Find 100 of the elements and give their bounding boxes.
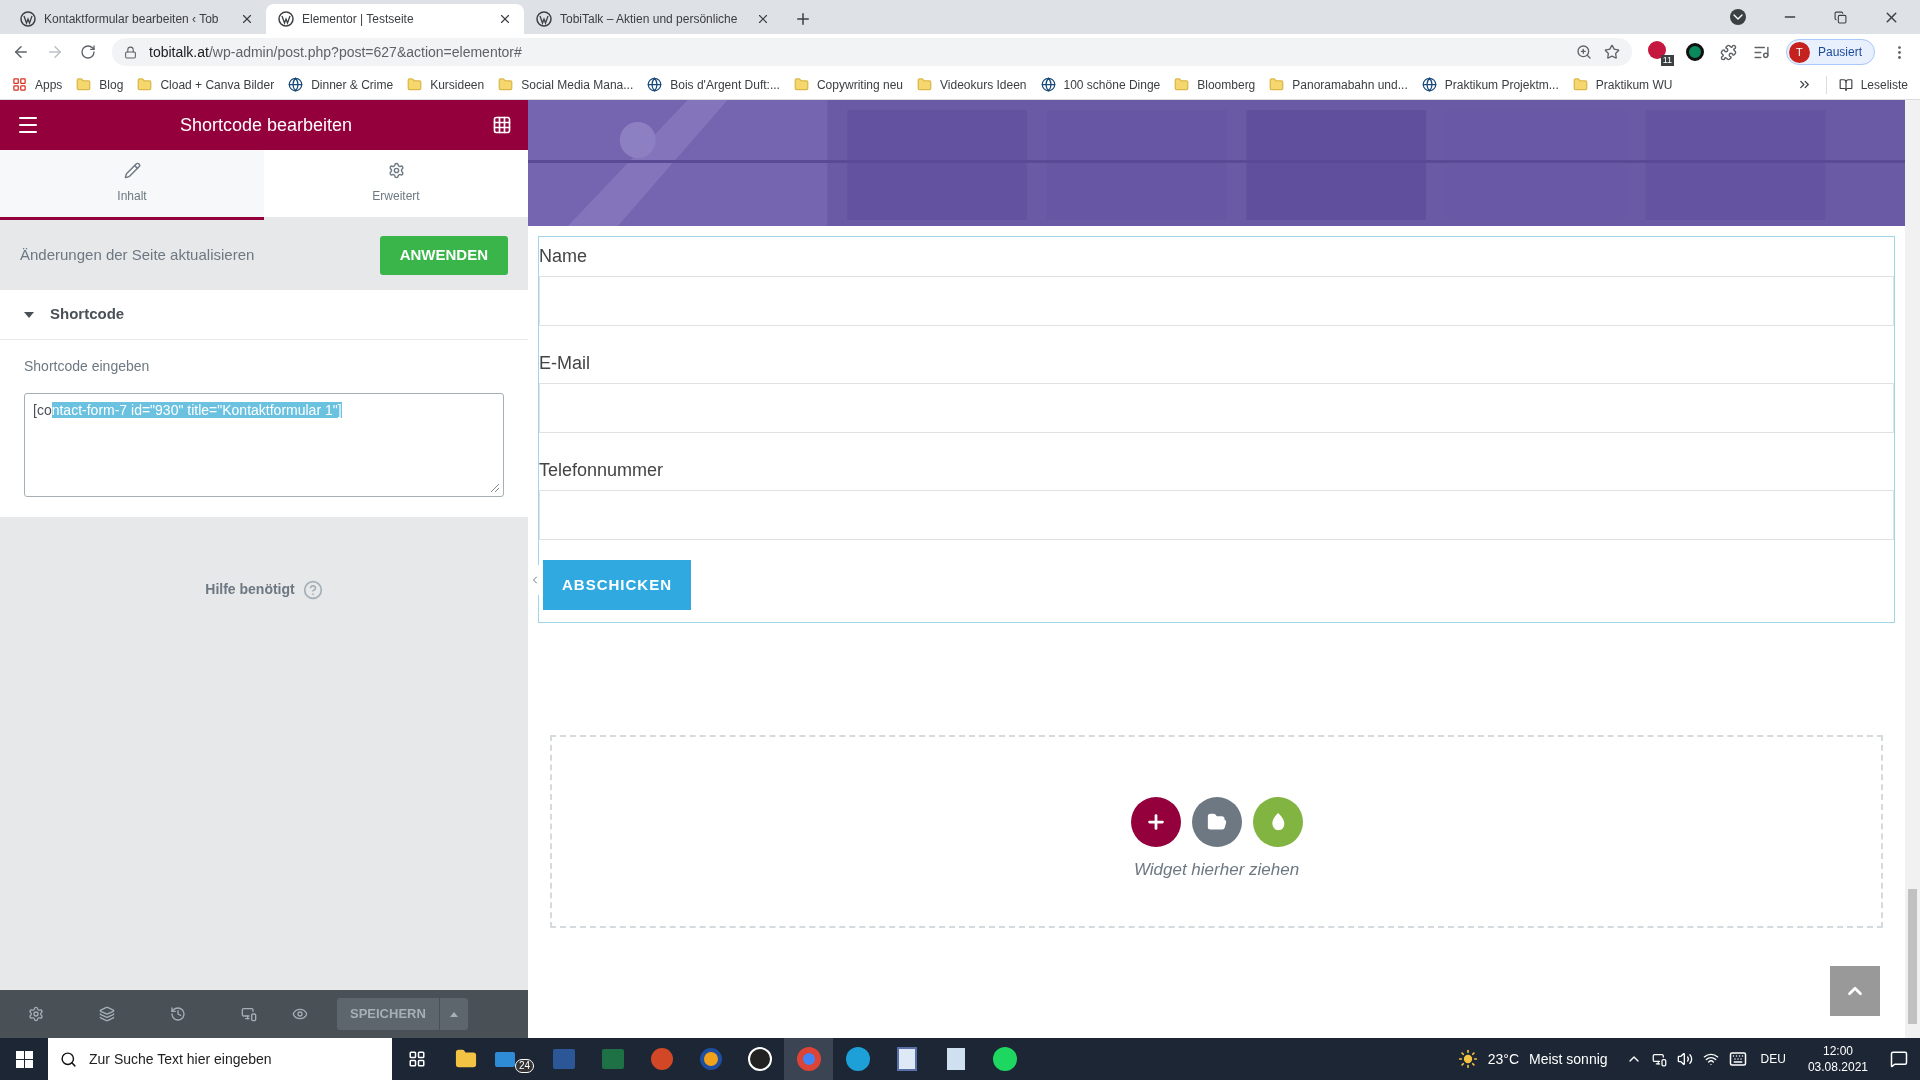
caret-up-icon — [449, 1011, 458, 1017]
folder-icon — [1572, 77, 1588, 92]
site-icon — [647, 77, 663, 92]
bookmark[interactable]: Videokurs Ideen — [917, 75, 1027, 94]
bookmark[interactable]: Bloomberg — [1174, 75, 1256, 94]
back-icon[interactable] — [12, 43, 30, 61]
folder-icon — [1269, 77, 1285, 92]
file-explorer-icon[interactable] — [454, 1048, 477, 1070]
settings-icon[interactable] — [28, 1006, 44, 1022]
folder-icon — [137, 77, 153, 92]
text-input[interactable] — [539, 383, 1894, 433]
device-icon[interactable] — [1651, 1051, 1667, 1067]
volume-icon[interactable] — [1676, 1051, 1693, 1067]
widgets-grid-icon[interactable] — [492, 115, 512, 135]
bookmark[interactable]: 100 schöne Dinge — [1040, 75, 1161, 94]
weather-icon[interactable] — [1457, 1049, 1478, 1069]
folder-icon — [793, 77, 809, 92]
caret-down-icon — [24, 311, 34, 318]
keyboard-icon[interactable] — [1728, 1050, 1747, 1068]
form-label: Telefonnummer — [539, 459, 665, 482]
field-label: Shortcode eingeben — [24, 357, 151, 376]
search-icon — [60, 1050, 77, 1068]
bookmark[interactable]: Social Media Mana... — [498, 75, 634, 94]
folder-icon — [1206, 811, 1227, 832]
form-label: Name — [539, 245, 588, 268]
section-header[interactable]: Shortcode — [0, 290, 528, 340]
notifications-icon[interactable] — [1890, 1050, 1908, 1068]
bookmark[interactable]: Bois d'Argent Duft:... — [647, 75, 780, 94]
site-icon — [1421, 77, 1437, 92]
profile-status: Pausiert — [1817, 44, 1862, 61]
bookmark[interactable]: Praktikum WU — [1572, 75, 1673, 94]
tab-title: Elementor | Testseite — [302, 11, 415, 28]
save-options-button[interactable] — [439, 998, 468, 1030]
form-label: E-Mail — [539, 352, 591, 375]
task-view-icon[interactable] — [407, 1050, 426, 1068]
bookmark[interactable]: Dinner & Crime — [288, 75, 394, 94]
history-icon[interactable] — [170, 1006, 186, 1022]
temperature: 23°C — [1487, 1049, 1519, 1069]
text-input[interactable] — [539, 490, 1894, 540]
browser-tab[interactable]: Kontaktformular bearbeiten ‹ Tob — [8, 4, 266, 34]
layers-icon[interactable] — [99, 1006, 115, 1022]
windows-start-icon[interactable] — [15, 1050, 33, 1068]
browser-tab[interactable]: TobiTalk – Aktien und persönliche — [524, 4, 782, 34]
bookmark[interactable]: Cload + Canva Bilder — [137, 75, 275, 94]
taskbar-search[interactable]: Zur Suche Text hier eingeben — [48, 1038, 392, 1080]
shortcode-field[interactable]: [contact-form-7 id="930" title="Kontaktformular 1"] — [24, 393, 504, 497]
apps-grid-icon — [12, 77, 27, 92]
browser-tab[interactable]: Elementor | Testseite — [266, 4, 524, 34]
url-text: tobitalk.at/wp-admin/post.php?post=627&action=elementor# — [149, 42, 522, 62]
bookmark[interactable]: Blog — [76, 75, 124, 94]
scrollbar[interactable] — [1905, 100, 1920, 1038]
drop-hint: Widget hierher ziehen — [1133, 858, 1300, 881]
close-icon[interactable] — [240, 12, 254, 26]
reading-list[interactable]: Leseliste — [1825, 75, 1908, 94]
mail-badge: 24 — [514, 1058, 535, 1073]
folder-icon — [1174, 77, 1190, 92]
bookmark-star-icon[interactable] — [1603, 44, 1620, 60]
language-indicator[interactable]: DEU — [1760, 1050, 1786, 1068]
site-icon — [1040, 77, 1056, 92]
new-tab-icon[interactable] — [794, 10, 812, 28]
restore-icon[interactable] — [1834, 10, 1847, 24]
scrollbar-thumb[interactable] — [1908, 889, 1917, 1024]
apply-hint: Änderungen der Seite aktualisieren — [20, 244, 255, 265]
site-icon — [288, 77, 304, 92]
wordpress-icon — [536, 11, 552, 27]
close-icon[interactable] — [756, 12, 770, 26]
extension-badge: 11 — [1660, 55, 1674, 66]
settings-icon — [387, 162, 405, 179]
weather-text: Meist sonnig — [1529, 1049, 1608, 1069]
tab-search-icon[interactable] — [1730, 9, 1746, 25]
clock[interactable]: 12:00 03.08.2021 — [1807, 1043, 1868, 1075]
folder-icon — [407, 77, 423, 92]
wifi-icon[interactable] — [1702, 1051, 1719, 1067]
bookmark[interactable]: Copywriting neu — [793, 75, 903, 94]
responsive-icon[interactable] — [241, 1006, 257, 1022]
folder-icon — [917, 77, 932, 92]
extensions-icon[interactable] — [1719, 43, 1737, 61]
lock-icon — [124, 45, 137, 59]
preview-icon[interactable] — [292, 1006, 308, 1022]
zoom-icon[interactable] — [1575, 44, 1592, 60]
profile-button[interactable]: T Pausiert — [1785, 39, 1875, 65]
text-input[interactable] — [539, 276, 1894, 326]
bookmark[interactable]: Praktikum Projektm... — [1421, 75, 1559, 94]
profile-avatar: T — [1788, 41, 1810, 63]
drop-zone[interactable]: Widget hierher ziehen — [550, 735, 1883, 928]
wordpress-icon — [278, 11, 294, 27]
address-bar[interactable]: tobitalk.at/wp-admin/post.php?post=627&action=elementor# — [112, 38, 1632, 66]
bookmark[interactable]: Apps — [12, 75, 63, 94]
wordpress-icon — [20, 11, 36, 27]
resize-handle-icon[interactable] — [491, 484, 499, 492]
bookmark[interactable]: Kursideen — [407, 75, 485, 94]
reload-icon[interactable] — [80, 44, 96, 60]
help-icon — [302, 579, 323, 600]
bookmark[interactable]: Panoramabahn und... — [1269, 75, 1408, 94]
folder-icon — [76, 77, 92, 92]
panel-tab[interactable]: Inhalt — [0, 150, 264, 220]
tab-title: Kontaktformular bearbeiten ‹ Tob — [44, 11, 220, 28]
reading-list-icon — [1838, 77, 1853, 92]
help-link[interactable]: Hilfe benötigt — [205, 579, 323, 600]
close-icon[interactable] — [498, 12, 512, 26]
